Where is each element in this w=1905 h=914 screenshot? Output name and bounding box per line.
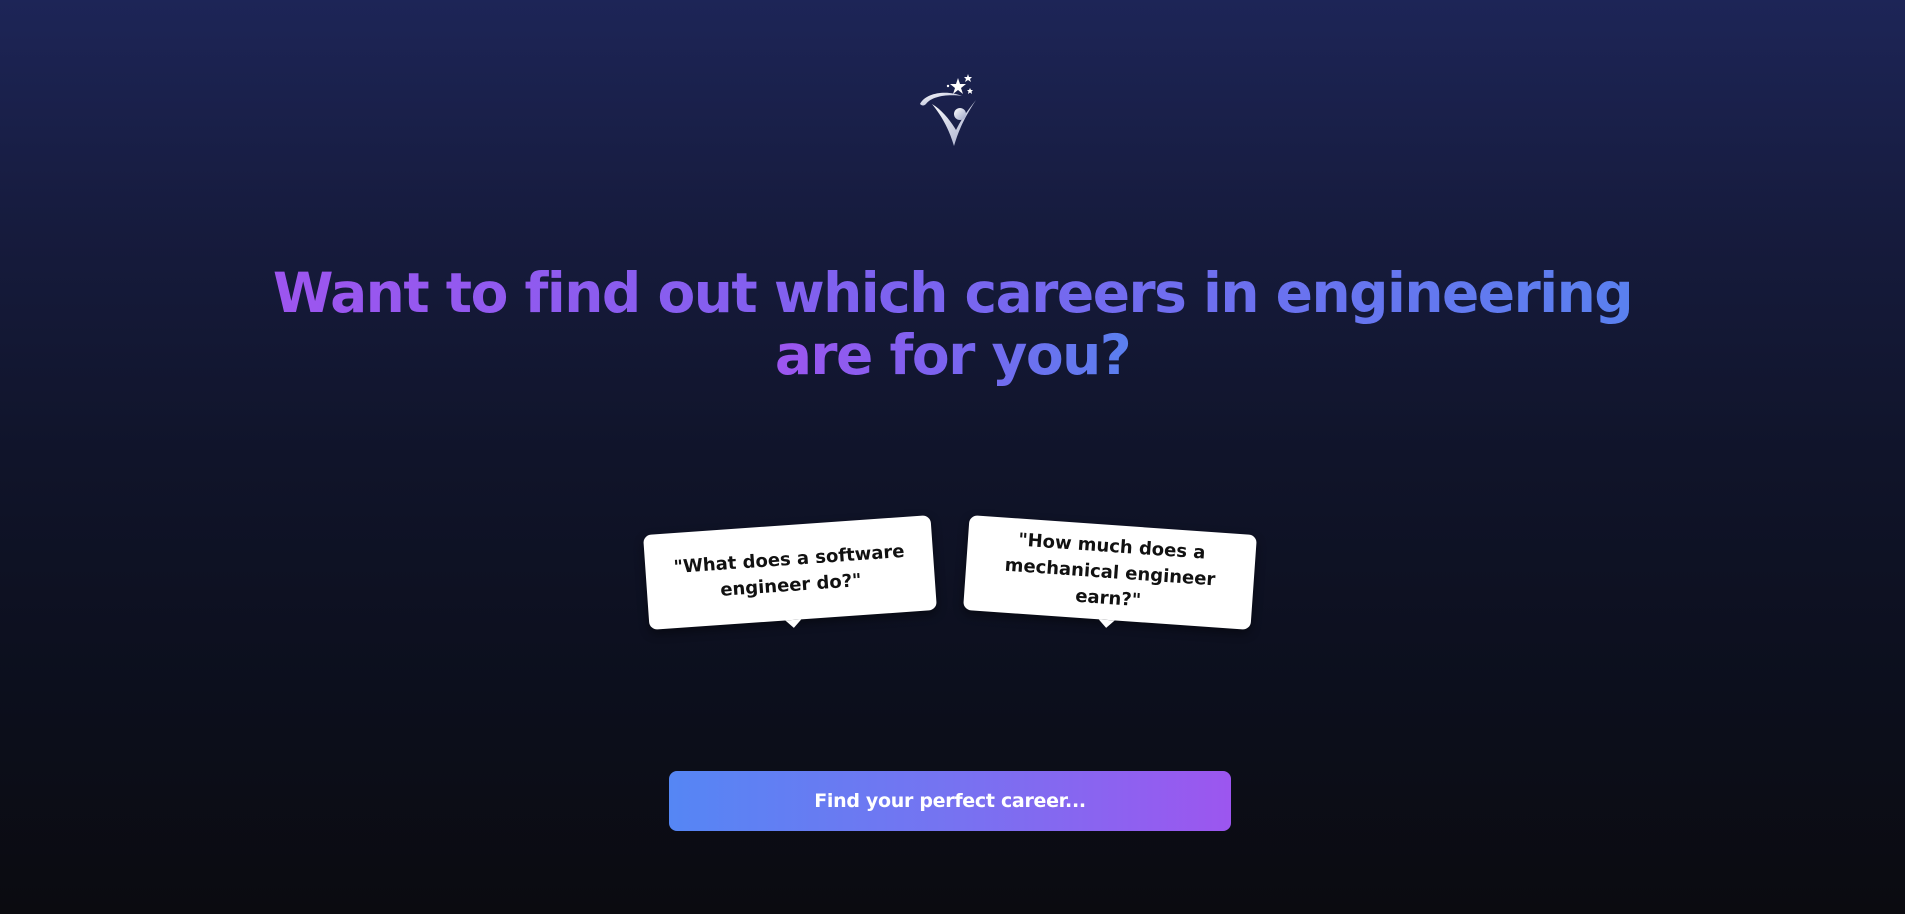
star-figure-logo-icon [918,74,986,146]
prompt-bubble-text: "What does a software engineer do?" [672,540,906,601]
hero-headline: Want to find out which careers in engine… [0,262,1905,386]
prompt-bubble-mechanical-engineer[interactable]: "How much does a mechanical engineer ear… [963,515,1257,630]
hero-headline-line-1: Want to find out which careers in engine… [272,261,1634,325]
prompt-bubble-software-engineer[interactable]: "What does a software engineer do?" [643,515,937,630]
hero-headline-line-2: are for you? [774,323,1132,387]
prompt-bubble-text: "How much does a mechanical engineer ear… [1004,529,1217,611]
find-career-button[interactable]: Find your perfect career... [669,771,1231,831]
